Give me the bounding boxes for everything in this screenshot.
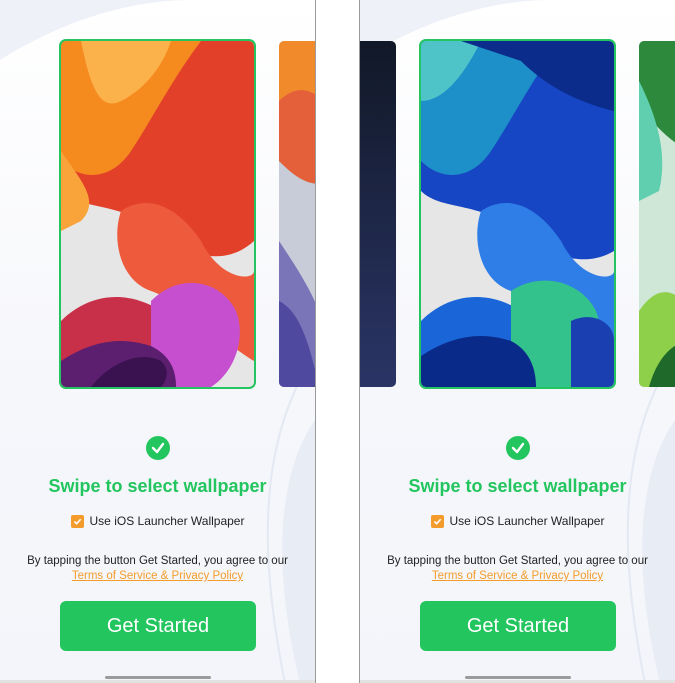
page-title: Swipe to select wallpaper [408, 476, 627, 496]
screen-right: Swipe to select wallpaper Use iOS Launch… [359, 0, 675, 683]
agree-text: By tapping the button Get Started, you a… [27, 555, 288, 567]
checkbox-label: Use iOS Launcher Wallpaper [89, 514, 245, 528]
screen-left: Swipe to select wallpaper Use iOS Launch… [0, 0, 316, 683]
agree-text: By tapping the button Get Started, you a… [387, 555, 648, 567]
wallpaper-card-next[interactable] [639, 41, 675, 387]
page-title: Swipe to select wallpaper [48, 476, 267, 496]
terms-link[interactable]: Terms of Service & Privacy Policy [0, 570, 315, 582]
get-started-button[interactable]: Get Started [420, 601, 616, 651]
home-indicator [465, 676, 571, 679]
checkbox[interactable] [70, 514, 84, 528]
wallpaper-option[interactable]: Use iOS Launcher Wallpaper [360, 514, 675, 528]
wallpaper-card-next[interactable] [279, 41, 315, 387]
wallpaper-card-previous[interactable] [360, 41, 396, 387]
get-started-button[interactable]: Get Started [60, 601, 256, 651]
wallpaper-card-blue[interactable] [419, 39, 616, 389]
wallpaper-option[interactable]: Use iOS Launcher Wallpaper [0, 514, 315, 528]
home-indicator [105, 676, 211, 679]
check-circle-icon [146, 436, 170, 460]
check-circle-icon [506, 436, 530, 460]
terms-link[interactable]: Terms of Service & Privacy Policy [360, 570, 675, 582]
checkbox[interactable] [430, 514, 444, 528]
checkbox-label: Use iOS Launcher Wallpaper [449, 514, 605, 528]
wallpaper-card-orange[interactable] [59, 39, 256, 389]
